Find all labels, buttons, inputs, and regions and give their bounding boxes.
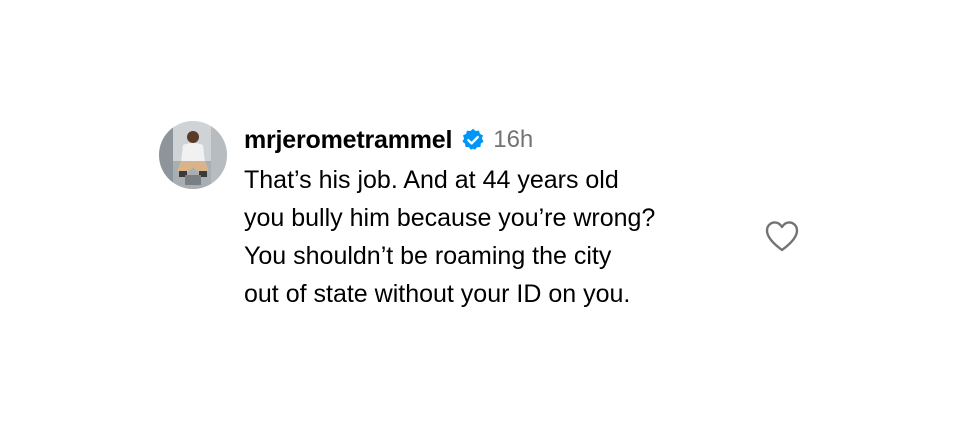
comment-text: That’s his job. And at 44 years old you … [244, 166, 656, 308]
comment-body: mrjerometrammel 16h That’s his job. And … [244, 121, 764, 313]
avatar[interactable] [159, 121, 227, 189]
like-button[interactable] [764, 219, 800, 253]
heart-outline-icon [765, 221, 799, 252]
username-link[interactable]: mrjerometrammel [244, 126, 452, 155]
comment-item: mrjerometrammel 16h That’s his job. And … [159, 121, 809, 321]
verified-badge-icon [461, 128, 485, 152]
comment-timestamp[interactable]: 16h [493, 126, 533, 154]
avatar-photo [159, 121, 227, 189]
comment-header: mrjerometrammel 16h [244, 121, 764, 159]
